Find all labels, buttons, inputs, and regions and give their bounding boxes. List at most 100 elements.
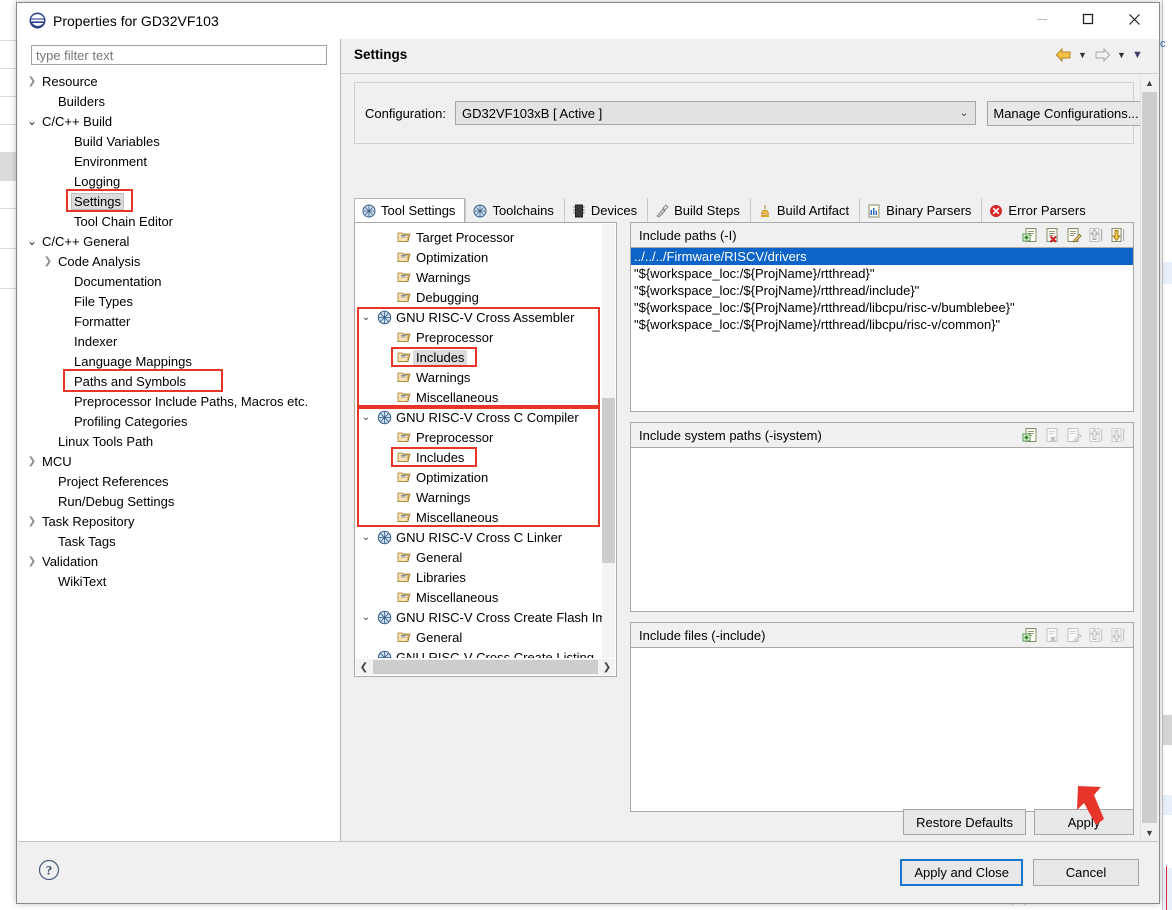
chevron-down-icon[interactable]: ⌄	[357, 312, 375, 323]
help-button[interactable]: ?	[38, 859, 60, 881]
forward-dropdown-icon[interactable]: ▼	[1115, 46, 1128, 64]
tab-devices[interactable]: Devices	[563, 198, 647, 222]
chevron-right-icon[interactable]: ❯	[40, 256, 56, 267]
settings-tabstrip[interactable]: Tool Settings Toolchains Devices Build Step…	[354, 198, 1134, 223]
include-system-paths-list[interactable]	[631, 448, 1133, 611]
tool-tree-item-preprocessor[interactable]: Preprocessor	[355, 427, 602, 447]
tool-tree-item-miscellaneous[interactable]: Miscellaneous	[355, 507, 602, 527]
delete-icon[interactable]	[1043, 226, 1061, 244]
list-item[interactable]: "${workspace_loc:/${ProjName}/rtthread/l…	[631, 299, 1133, 316]
forward-arrow-icon[interactable]	[1092, 46, 1112, 64]
scroll-left-icon[interactable]: ❮	[356, 662, 372, 673]
tool-tree-item-gnu-risc-v-cross-c-compiler[interactable]: ⌄ GNU RISC-V Cross C Compiler	[355, 407, 602, 427]
tool-tree-item-warnings[interactable]: Warnings	[355, 267, 602, 287]
tab-binary-parsers[interactable]: Binary Parsers	[859, 198, 981, 222]
configuration-combo[interactable]: GD32VF103xB [ Active ] ⌄	[455, 101, 976, 125]
chevron-down-icon[interactable]: ⌄	[357, 612, 375, 623]
include-files-list[interactable]	[631, 648, 1133, 811]
sidebar-item-paths-and-symbols[interactable]: Paths and Symbols	[18, 371, 340, 391]
back-dropdown-icon[interactable]: ▼	[1076, 46, 1089, 64]
sidebar-item-task-tags[interactable]: Task Tags	[18, 531, 340, 551]
tab-error-parsers[interactable]: Error Parsers	[981, 198, 1095, 222]
sidebar-item-profiling-categories[interactable]: Profiling Categories	[18, 411, 340, 431]
sidebar-item-preprocessor-include-paths-macros-etc[interactable]: Preprocessor Include Paths, Macros etc.	[18, 391, 340, 411]
tool-tree-vscrollbar[interactable]	[602, 224, 615, 658]
settings-vscroll-thumb[interactable]	[1142, 92, 1157, 823]
settings-vscrollbar[interactable]: ▲ ▼	[1140, 74, 1158, 841]
list-item[interactable]: ../../../Firmware/RISCV/drivers	[631, 248, 1133, 265]
tab-build-steps[interactable]: Build Steps	[647, 198, 750, 222]
manage-configurations-button[interactable]: Manage Configurations...	[987, 101, 1145, 126]
list-item[interactable]: "${workspace_loc:/${ProjName}/rtthread}"	[631, 265, 1133, 282]
sidebar-item-c-c-general[interactable]: ⌄ C/C++ General	[18, 231, 340, 251]
tool-tree-hscroll-thumb[interactable]	[373, 660, 598, 674]
tab-toolchains[interactable]: Toolchains	[465, 198, 563, 222]
tool-tree-item-gnu-risc-v-cross-create-flash-imag[interactable]: ⌄ GNU RISC-V Cross Create Flash Imag	[355, 607, 602, 627]
restore-defaults-button[interactable]: Restore Defaults	[903, 809, 1026, 835]
sidebar-item-project-references[interactable]: Project References	[18, 471, 340, 491]
chevron-down-icon[interactable]: ⌄	[24, 114, 40, 128]
tool-tree-items[interactable]: Target Processor Optimization Warnings Debu…	[355, 227, 602, 658]
tool-tree-item-gnu-risc-v-cross-create-listing[interactable]: ⌄ GNU RISC-V Cross Create Listing	[355, 647, 602, 658]
scroll-down-icon[interactable]: ▼	[1141, 824, 1158, 841]
tool-tree-item-preprocessor[interactable]: Preprocessor	[355, 327, 602, 347]
tool-tree-item-general[interactable]: General	[355, 627, 602, 647]
maximize-button[interactable]	[1065, 3, 1111, 35]
chevron-right-icon[interactable]: ❯	[24, 516, 40, 527]
tool-tree-item-target-processor[interactable]: Target Processor	[355, 227, 602, 247]
sidebar-item-wikitext[interactable]: WikiText	[18, 571, 340, 591]
back-arrow-icon[interactable]	[1053, 46, 1073, 64]
cancel-button[interactable]: Cancel	[1033, 859, 1139, 886]
view-menu-icon[interactable]: ▼	[1131, 46, 1144, 64]
sidebar-item-resource[interactable]: ❯ Resource	[18, 71, 340, 91]
chevron-down-icon[interactable]: ⌄	[357, 532, 375, 543]
tool-tree-vscroll-thumb[interactable]	[602, 397, 615, 563]
sidebar-item-logging[interactable]: Logging	[18, 171, 340, 191]
chevron-down-icon[interactable]: ⌄	[24, 234, 40, 248]
tool-tree-item-includes[interactable]: Includes	[355, 347, 602, 367]
apply-and-close-button[interactable]: Apply and Close	[900, 859, 1023, 886]
scroll-right-icon[interactable]: ❯	[599, 662, 615, 673]
close-button[interactable]	[1111, 3, 1157, 35]
preference-page-tree[interactable]: ❯ Resource Builders ⌄ C/C++ Build Build Varia…	[18, 71, 340, 841]
minimize-button[interactable]	[1019, 3, 1065, 35]
add-icon[interactable]	[1021, 226, 1039, 244]
sidebar-item-environment[interactable]: Environment	[18, 151, 340, 171]
move-up-icon[interactable]	[1087, 226, 1105, 244]
tab-build-artifact[interactable]: Build Artifact	[749, 198, 859, 222]
chevron-down-icon[interactable]: ⌄	[357, 412, 375, 423]
sidebar-item-validation[interactable]: ❯ Validation	[18, 551, 340, 571]
tool-tree-item-warnings[interactable]: Warnings	[355, 367, 602, 387]
sidebar-item-language-mappings[interactable]: Language Mappings	[18, 351, 340, 371]
tool-tree-item-gnu-risc-v-cross-c-linker[interactable]: ⌄ GNU RISC-V Cross C Linker	[355, 527, 602, 547]
chevron-right-icon[interactable]: ❯	[24, 76, 40, 87]
tool-tree-item-debugging[interactable]: Debugging	[355, 287, 602, 307]
chevron-down-icon[interactable]: ⌄	[357, 652, 375, 659]
sidebar-item-run-debug-settings[interactable]: Run/Debug Settings	[18, 491, 340, 511]
list-item[interactable]: "${workspace_loc:/${ProjName}/rtthread/l…	[631, 316, 1133, 333]
tool-tree[interactable]: Target Processor Optimization Warnings Debu…	[354, 222, 617, 677]
sidebar-item-formatter[interactable]: Formatter	[18, 311, 340, 331]
scroll-up-icon[interactable]: ▲	[1141, 74, 1158, 91]
include-paths-list[interactable]: ../../../Firmware/RISCV/drivers "${worksp…	[631, 248, 1133, 411]
chevron-right-icon[interactable]: ❯	[24, 556, 40, 567]
page-nav-toolbar[interactable]: ▼ ▼ ▼	[1053, 46, 1144, 64]
filter-input[interactable]	[31, 45, 327, 65]
sidebar-item-tool-chain-editor[interactable]: Tool Chain Editor	[18, 211, 340, 231]
add-icon[interactable]	[1021, 426, 1039, 444]
sidebar-item-mcu[interactable]: ❯ MCU	[18, 451, 340, 471]
tool-tree-item-optimization[interactable]: Optimization	[355, 467, 602, 487]
chevron-right-icon[interactable]: ❯	[24, 456, 40, 467]
edit-icon[interactable]	[1065, 226, 1083, 244]
sidebar-item-code-analysis[interactable]: ❯ Code Analysis	[18, 251, 340, 271]
tool-tree-item-libraries[interactable]: Libraries	[355, 567, 602, 587]
add-icon[interactable]	[1021, 626, 1039, 644]
sidebar-item-documentation[interactable]: Documentation	[18, 271, 340, 291]
sidebar-item-c-c-build[interactable]: ⌄ C/C++ Build	[18, 111, 340, 131]
sidebar-item-builders[interactable]: Builders	[18, 91, 340, 111]
include-files-toolbar[interactable]	[1021, 626, 1133, 644]
apply-button[interactable]: Apply	[1034, 809, 1134, 835]
sidebar-item-indexer[interactable]: Indexer	[18, 331, 340, 351]
sidebar-item-linux-tools-path[interactable]: Linux Tools Path	[18, 431, 340, 451]
include-system-paths-toolbar[interactable]	[1021, 426, 1133, 444]
